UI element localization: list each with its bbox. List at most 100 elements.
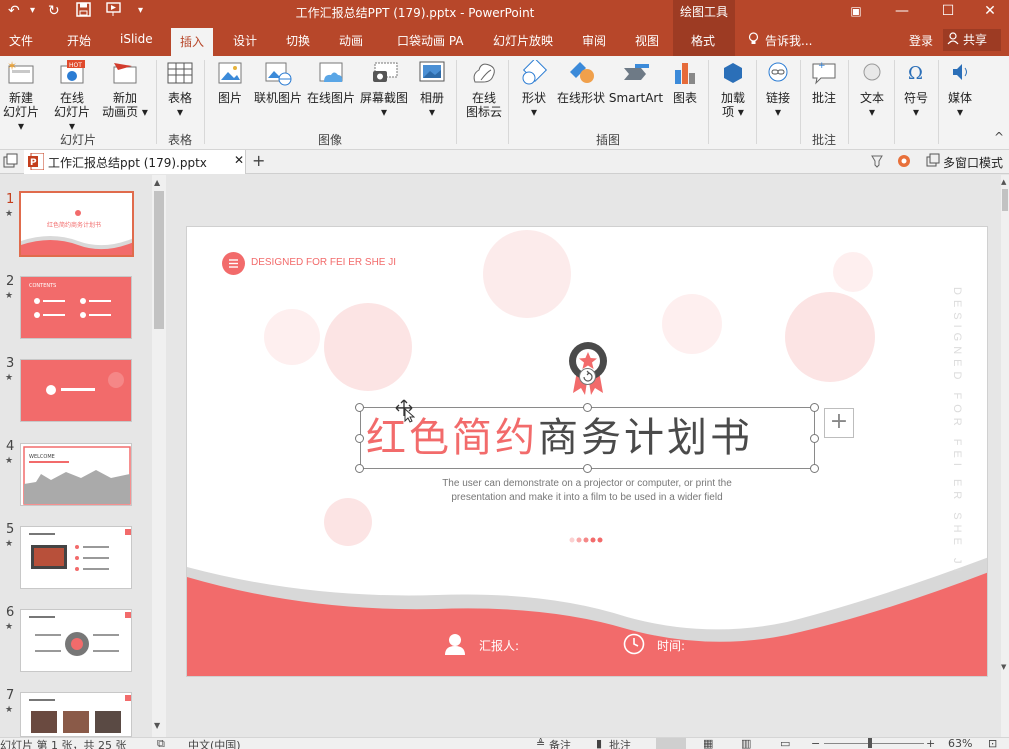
icon-cloud-button[interactable]: 在线 图标云	[462, 60, 506, 119]
slide-thumbnail-3[interactable]	[20, 359, 132, 422]
slide-thumbnail-6[interactable]	[20, 609, 132, 672]
resize-handle[interactable]	[810, 464, 819, 473]
zoom-slider-thumb[interactable]	[868, 738, 872, 748]
shapes-button[interactable]: 形状 ▾	[514, 57, 554, 119]
icon-cloud-label-2: 图标云	[465, 105, 502, 119]
tab-view[interactable]: 视图	[635, 32, 659, 49]
resize-handle[interactable]	[583, 403, 592, 412]
tab-islide[interactable]: iSlide	[120, 32, 153, 46]
table-button[interactable]: 表格 ▾	[160, 60, 200, 119]
document-tab[interactable]: P 工作汇报总结ppt (179).pptx ✕	[24, 150, 246, 174]
rotate-handle-icon[interactable]	[579, 368, 596, 385]
screenshot-button[interactable]: 屏幕截图 ▾	[358, 60, 410, 119]
close-tab-icon[interactable]: ✕	[234, 153, 244, 167]
zoom-level[interactable]: 63%	[948, 738, 972, 749]
scroll-up-icon[interactable]: ▲	[154, 178, 160, 187]
zoom-slider[interactable]	[824, 743, 924, 744]
slide-thumbnail-1[interactable]: 红色简约商务计划书	[19, 191, 134, 257]
comment-button[interactable]: + 批注	[806, 60, 842, 105]
slide-sorter-icon[interactable]: ▦	[703, 738, 713, 749]
multi-window-mode-button[interactable]: 多窗口模式	[943, 154, 1003, 171]
link-button[interactable]: 链接 ▾	[760, 60, 796, 119]
restore-icon[interactable]	[2, 153, 18, 172]
tab-file[interactable]: 文件	[9, 32, 33, 49]
new-slide-button[interactable]: ✶ 新建 幻灯片 ▾	[2, 59, 40, 133]
editor-scroll-thumb[interactable]	[1002, 189, 1008, 211]
resize-handle[interactable]	[355, 403, 364, 412]
settings-gear-icon[interactable]	[896, 153, 912, 172]
tab-animations[interactable]: 动画	[339, 32, 363, 49]
slide-number: 6	[6, 605, 15, 620]
scroll-up-icon[interactable]: ▲	[1001, 178, 1006, 186]
resize-handle[interactable]	[583, 464, 592, 473]
editor-scrollbar[interactable]: ▲ ▼	[1001, 175, 1009, 737]
new-tab-icon[interactable]: +	[252, 151, 265, 170]
pin-icon[interactable]	[868, 153, 886, 172]
resize-handle[interactable]	[810, 434, 819, 443]
picture-label: 图片	[217, 91, 242, 105]
fit-slide-icon[interactable]: ⊡	[988, 738, 997, 749]
addins-button[interactable]: 加载 项 ▾	[714, 60, 752, 119]
smartart-label: SmartArt	[608, 91, 664, 105]
resize-handle[interactable]	[355, 464, 364, 473]
animation-star-icon: ★	[5, 622, 14, 632]
zoom-out-icon[interactable]: −	[811, 738, 820, 749]
album-button[interactable]: 相册 ▾	[414, 60, 450, 119]
comments-button[interactable]: 批注	[609, 738, 631, 749]
resize-handle[interactable]	[810, 403, 819, 412]
scroll-thumb[interactable]	[154, 191, 164, 329]
title-textbox[interactable]: 红色简约商务计划书	[360, 407, 815, 469]
tab-transitions[interactable]: 切换	[286, 32, 310, 49]
tab-home[interactable]: 开始	[67, 32, 91, 49]
minimize-button[interactable]: —	[879, 0, 925, 24]
add-anim-page-button[interactable]: 新加 动画页 ▾	[102, 60, 148, 119]
sign-in-link[interactable]: 登录	[909, 32, 933, 49]
scroll-down-icon[interactable]: ▼	[154, 721, 160, 730]
slide-thumbnail-2[interactable]: CONTENTS	[20, 276, 132, 339]
spelling-icon[interactable]: ⧉	[157, 738, 165, 749]
chart-button[interactable]: 图表	[668, 60, 702, 105]
slide-thumbnail-5[interactable]	[20, 526, 132, 589]
language-status[interactable]: 中文(中国)	[188, 738, 241, 749]
zoom-in-icon[interactable]: +	[926, 738, 935, 749]
tab-review[interactable]: 审阅	[582, 32, 606, 49]
collapse-ribbon-icon[interactable]: ^	[994, 130, 1004, 144]
online-shapes-button[interactable]: 在线形状	[556, 60, 606, 105]
text-button[interactable]: 文本 ▾	[854, 60, 890, 119]
thumbnail-scrollbar[interactable]: ▲ ▼	[152, 175, 166, 737]
smartart-button[interactable]: SmartArt	[608, 60, 664, 105]
document-tabs: P 工作汇报总结ppt (179).pptx ✕ + 多窗口模式	[0, 150, 1009, 174]
slide-canvas[interactable]: DESIGNED FOR FEI ER SHE JI DESIGNED FOR …	[186, 226, 988, 677]
tell-me-box[interactable]: 告诉我...	[765, 32, 812, 49]
tab-design[interactable]: 设计	[233, 32, 257, 49]
tab-format[interactable]: 格式	[691, 32, 715, 49]
share-button[interactable]: 共享	[943, 29, 1001, 51]
close-button[interactable]: ✕	[967, 0, 1009, 24]
slide-thumbnail-4[interactable]: WELCOME	[20, 443, 132, 506]
online-slide-button[interactable]: HOT 在线 幻灯片 ▾	[52, 60, 92, 133]
notes-button[interactable]: 备注	[549, 738, 571, 749]
linked-picture-button[interactable]: 联机图片	[252, 60, 304, 105]
animation-star-icon: ★	[5, 291, 14, 301]
album-dropdown: ▾	[428, 105, 436, 119]
speaker-icon	[945, 60, 975, 86]
tab-pocket-animation[interactable]: 口袋动画 PA	[397, 32, 464, 49]
ribbon-display-options-icon[interactable]: ▣	[833, 0, 879, 24]
slideshow-icon[interactable]: ▭	[780, 738, 790, 749]
normal-view-button[interactable]	[656, 738, 686, 749]
text-dropdown: ▾	[868, 105, 876, 119]
layout-options-button[interactable]: +	[824, 408, 854, 438]
slide-thumbnail-7[interactable]	[20, 692, 132, 737]
slide-number: 7	[6, 688, 15, 703]
media-button[interactable]: 媒体 ▾	[942, 60, 978, 119]
symbol-button[interactable]: Ω 符号 ▾	[898, 60, 934, 119]
scroll-down-icon[interactable]: ▼	[1001, 663, 1006, 671]
reading-view-icon[interactable]: ▥	[741, 738, 751, 749]
picture-button[interactable]: 图片	[212, 60, 248, 105]
tab-insert[interactable]: 插入	[171, 28, 214, 56]
maximize-button[interactable]: ☐	[925, 0, 971, 24]
tab-slideshow[interactable]: 幻灯片放映	[493, 32, 553, 49]
resize-handle[interactable]	[355, 434, 364, 443]
online-picture-button[interactable]: 在线图片	[306, 60, 356, 105]
thumb-2-title: CONTENTS	[29, 283, 56, 289]
